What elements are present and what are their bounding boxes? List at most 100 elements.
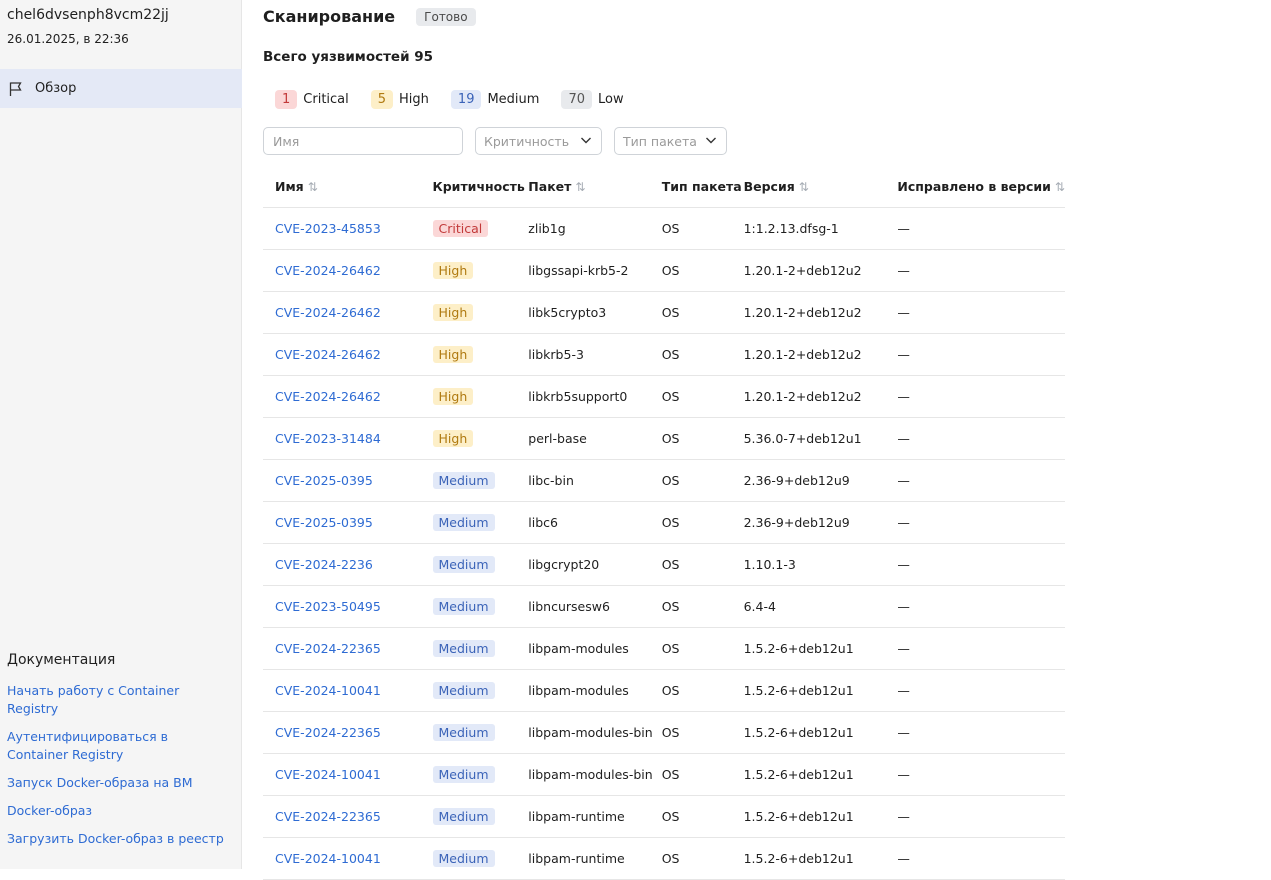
package-version: 1.5.2-6+deb12u1 [743, 850, 854, 866]
table-row[interactable]: CVE-2023-50495 Medium libncursesw6 OS 6.4-4 — [263, 585, 1065, 628]
cve-link[interactable]: CVE-2024-26462 [275, 305, 381, 320]
col-header-package[interactable]: Пакет ⇅ [528, 166, 662, 208]
cve-link[interactable]: CVE-2024-22365 [275, 809, 381, 824]
fixed-version: — [897, 388, 910, 404]
package-type: OS [661, 514, 680, 530]
table-cell: OS [661, 711, 744, 754]
cve-link[interactable]: CVE-2025-0395 [275, 473, 373, 488]
table-row[interactable]: CVE-2023-31484 High perl-base OS 5.36.0-7+de… [263, 417, 1065, 460]
table-cell: OS [661, 291, 744, 334]
col-header-package-type: Тип пакета [661, 166, 744, 208]
table-cell: CVE-2023-45853 [263, 207, 421, 250]
package-version: 2.36-9+deb12u9 [743, 472, 850, 488]
table-row[interactable]: CVE-2024-2236 Medium libgcrypt20 OS 1.10.1-3… [263, 543, 1065, 586]
table-cell: OS [661, 669, 744, 712]
sidebar-item-overview[interactable]: Обзор [0, 69, 242, 108]
table-cell: — [897, 627, 1065, 670]
doc-link-authenticate[interactable]: Аутентифицироваться в Container Registry [7, 728, 232, 764]
table-row[interactable]: CVE-2023-45853 Critical zlib1g OS 1:1.2.13.d… [263, 207, 1065, 250]
table-cell: Medium [420, 753, 529, 796]
table-row[interactable]: CVE-2024-22365 Medium libpam-modules OS 1.5.… [263, 627, 1065, 670]
sort-arrows-icon[interactable]: ⇅ [1055, 180, 1065, 194]
cve-link[interactable]: CVE-2024-22365 [275, 641, 381, 656]
doc-link-getting-started[interactable]: Начать работу с Container Registry [7, 682, 232, 718]
cve-link[interactable]: CVE-2024-22365 [275, 725, 381, 740]
col-header-severity: Критичность [420, 166, 529, 208]
table-cell: OS [661, 417, 744, 460]
package-type-filter-select[interactable]: Тип пакета [614, 127, 727, 155]
table-row[interactable]: CVE-2024-26462 High libkrb5-3 OS 1.20.1-2+de… [263, 333, 1065, 376]
table-cell: CVE-2023-50495 [263, 585, 421, 628]
table-row[interactable]: CVE-2025-0395 Medium libc6 OS 2.36-9+deb12u9… [263, 501, 1065, 544]
table-cell: libc6 [528, 501, 662, 544]
col-header-fixed-version[interactable]: Исправлено в версии ⇅ [897, 166, 1065, 208]
doc-link-docker-image[interactable]: Docker-образ [7, 802, 232, 820]
cve-link[interactable]: CVE-2024-26462 [275, 389, 381, 404]
cve-link[interactable]: CVE-2024-26462 [275, 263, 381, 278]
package-version: 6.4-4 [743, 598, 776, 614]
package-name: libc-bin [528, 472, 574, 488]
table-row[interactable]: CVE-2025-0395 Medium libc-bin OS 2.36-9+deb1… [263, 459, 1065, 502]
package-version: 1:1.2.13.dfsg-1 [743, 220, 839, 236]
sort-arrows-icon[interactable]: ⇅ [575, 180, 585, 194]
fixed-version: — [897, 640, 910, 656]
table-row[interactable]: CVE-2024-26462 High libgssapi-krb5-2 OS 1.20… [263, 249, 1065, 292]
sort-arrows-icon[interactable]: ⇅ [799, 180, 809, 194]
package-type: OS [661, 472, 680, 488]
table-cell: — [897, 669, 1065, 712]
fixed-version: — [897, 766, 910, 782]
col-header-name[interactable]: Имя ⇅ [263, 166, 421, 208]
table-row[interactable]: CVE-2024-22365 Medium libpam-runtime OS 1.5.… [263, 795, 1065, 838]
doc-link-push-image[interactable]: Загрузить Docker-образ в реестр [7, 830, 232, 848]
severity-badge: Medium [432, 555, 495, 573]
table-cell: libk5crypto3 [528, 291, 662, 334]
cve-link[interactable]: CVE-2024-26462 [275, 347, 381, 362]
table-cell: High [420, 291, 529, 334]
sort-arrows-icon[interactable]: ⇅ [308, 180, 318, 194]
fixed-version: — [897, 220, 910, 236]
cve-link[interactable]: CVE-2024-10041 [275, 683, 381, 698]
cve-link[interactable]: CVE-2024-2236 [275, 557, 373, 572]
table-row[interactable]: CVE-2024-26462 High libk5crypto3 OS 1.20.1-2… [263, 291, 1065, 334]
severity-badge: Medium [432, 723, 495, 741]
table-cell: 1.5.2-6+deb12u1 [743, 669, 898, 712]
table-row[interactable]: CVE-2024-10041 Medium libpam-modules OS 1.5.… [263, 669, 1065, 712]
package-version: 1.5.2-6+deb12u1 [743, 724, 854, 740]
package-name: libc6 [528, 514, 559, 530]
table-cell: CVE-2023-31484 [263, 417, 421, 460]
table-cell: — [897, 459, 1065, 502]
table-cell: OS [661, 753, 744, 796]
table-cell: 1.20.1-2+deb12u2 [743, 333, 898, 376]
cve-link[interactable]: CVE-2023-31484 [275, 431, 381, 446]
package-type: OS [661, 640, 680, 656]
package-name: libpam-runtime [528, 850, 625, 866]
table-cell: OS [661, 249, 744, 292]
col-header-version[interactable]: Версия ⇅ [743, 166, 898, 208]
table-cell: libpam-modules [528, 669, 662, 712]
cve-link[interactable]: CVE-2024-10041 [275, 851, 381, 866]
name-filter-input[interactable] [263, 127, 463, 155]
package-name: libncursesw6 [528, 598, 610, 614]
package-version: 1.20.1-2+deb12u2 [743, 346, 862, 362]
table-row[interactable]: CVE-2024-22365 Medium libpam-modules-bin OS… [263, 711, 1065, 754]
table-row[interactable]: CVE-2024-26462 High libkrb5support0 OS 1.20.… [263, 375, 1065, 418]
package-name: zlib1g [528, 220, 566, 236]
cve-link[interactable]: CVE-2024-10041 [275, 767, 381, 782]
fixed-version: — [897, 262, 910, 278]
cve-link[interactable]: CVE-2023-50495 [275, 599, 381, 614]
severity-filter-select[interactable]: Критичность [475, 127, 602, 155]
table-cell: CVE-2024-10041 [263, 669, 421, 712]
table-row[interactable]: CVE-2024-10041 Medium libpam-runtime OS 1.5.… [263, 837, 1065, 880]
package-version: 1.5.2-6+deb12u1 [743, 808, 854, 824]
total-vulnerabilities: Всего уязвимостей 95 [263, 49, 434, 65]
filter-bar: Критичность Тип пакета [263, 127, 727, 155]
severity-badge: High [432, 387, 474, 405]
table-row[interactable]: CVE-2024-10041 Medium libpam-modules-bin OS… [263, 753, 1065, 796]
severity-label: High [399, 92, 429, 107]
severity-badge: High [432, 303, 474, 321]
table-cell: — [897, 837, 1065, 880]
cve-link[interactable]: CVE-2025-0395 [275, 515, 373, 530]
cve-link[interactable]: CVE-2023-45853 [275, 221, 381, 236]
table-cell: 1.5.2-6+deb12u1 [743, 711, 898, 754]
doc-link-run-docker-vm[interactable]: Запуск Docker-образа на ВМ [7, 774, 232, 792]
